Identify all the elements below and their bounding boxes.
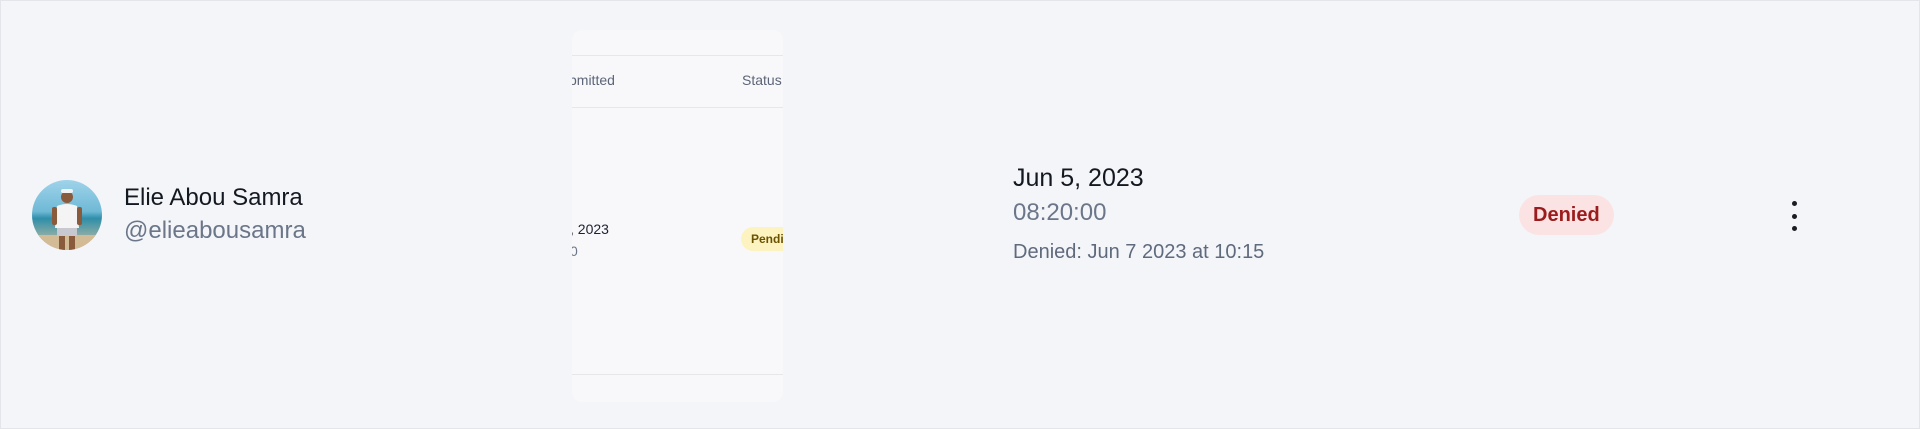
- submitted-cell: Jun 5, 2023 08:20:00 Denied: Jun 7 2023 …: [1013, 161, 1264, 267]
- more-vertical-icon[interactable]: [1782, 201, 1806, 231]
- submitted-date: Jun 5, 2023: [1013, 164, 1144, 192]
- preview-status-badge: Pendi: [741, 227, 783, 251]
- table-preview-card: bmitted Status , 2023 0 Pendi: [572, 30, 783, 402]
- status-badge: Denied: [1519, 195, 1614, 235]
- preview-time: 0: [572, 243, 578, 259]
- divider: [572, 107, 783, 108]
- column-header-submitted: bmitted: [572, 72, 615, 88]
- user-handle: @elieabousamra: [124, 217, 306, 244]
- user-name: Elie Abou Samra: [124, 184, 303, 211]
- user-cell: Elie Abou Samra @elieabousamra: [32, 180, 306, 250]
- table-row: Elie Abou Samra @elieabousamra bmitted S…: [0, 0, 1920, 429]
- column-header-status: Status: [742, 72, 782, 88]
- decision-note: Denied: Jun 7 2023 at 10:15: [1013, 241, 1265, 263]
- submitted-time: 08:20:00: [1013, 199, 1107, 226]
- avatar: [32, 180, 102, 250]
- divider: [572, 55, 783, 56]
- divider: [572, 374, 783, 375]
- preview-date: , 2023: [572, 221, 609, 237]
